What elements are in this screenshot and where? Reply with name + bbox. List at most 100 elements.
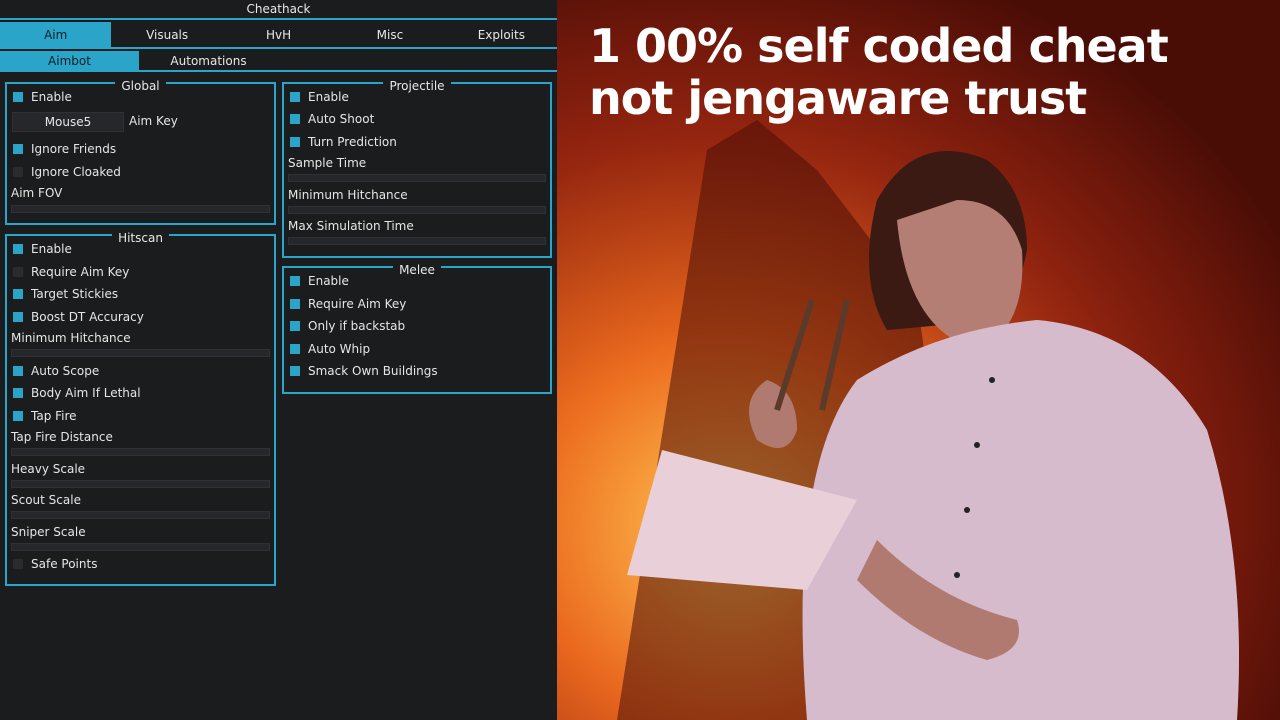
aim-fov-slider[interactable] [11,205,270,213]
heavy-scale-slider[interactable] [11,480,270,488]
checkbox-box[interactable] [13,144,23,154]
checkbox-label: Smack Own Buildings [308,364,438,378]
group-title-melee: Melee [393,263,441,277]
checkbox-box[interactable] [13,366,23,376]
checkbox-label: Enable [308,274,349,288]
group-projectile: Projectile Enable Auto Shoot Turn Predic… [282,79,552,258]
group-title-projectile: Projectile [383,79,451,93]
checkbox-box[interactable] [290,92,300,102]
main-tab-bar: Aim Visuals HvH Misc Exploits [0,22,557,49]
checkbox-box[interactable] [290,276,300,286]
scout-scale-slider[interactable] [11,511,270,519]
meme-caption: 1 00% self coded cheat not jengaware tru… [589,20,1269,124]
projectile-minimum-hitchance-label: Minimum Hitchance [288,188,408,202]
max-simulation-time-slider[interactable] [288,237,546,245]
checkbox-label: Boost DT Accuracy [31,310,144,324]
tab-exploits[interactable]: Exploits [446,22,557,47]
checkbox-box[interactable] [13,312,23,322]
checkbox-label: Safe Points [31,557,98,571]
checkbox-target-stickies[interactable]: Target Stickies [13,285,118,303]
checkbox-only-if-backstab[interactable]: Only if backstab [290,317,405,335]
tab-visuals[interactable]: Visuals [111,22,222,47]
checkbox-label: Auto Shoot [308,112,375,126]
group-global: Global Enable Mouse5 Aim Key Ignore Frie… [5,79,276,225]
checkbox-label: Target Stickies [31,287,119,301]
checkbox-ignore-friends[interactable]: Ignore Friends [13,140,116,158]
checkbox-smack-own-buildings[interactable]: Smack Own Buildings [290,362,438,380]
group-title-hitscan: Hitscan [112,231,169,245]
tab-misc[interactable]: Misc [334,22,445,47]
sub-tab-bar: Aimbot Automations [0,51,557,72]
checkbox-hitscan-enable[interactable]: Enable [13,240,72,258]
checkbox-tap-fire[interactable]: Tap Fire [13,407,77,425]
checkbox-box[interactable] [13,92,23,102]
checkbox-label: Only if backstab [308,319,406,333]
checkbox-box[interactable] [13,267,23,277]
checkbox-label: Ignore Friends [31,142,117,156]
caption-line-2: not jengaware trust [589,71,1087,125]
checkbox-label: Auto Whip [308,342,371,356]
checkbox-box[interactable] [13,244,23,254]
checkbox-box[interactable] [13,289,23,299]
checkbox-box[interactable] [290,137,300,147]
tap-fire-distance-label: Tap Fire Distance [11,430,113,444]
checkbox-label: Auto Scope [31,364,100,378]
checkbox-label: Require Aim Key [31,265,130,279]
tap-fire-distance-slider[interactable] [11,448,270,456]
checkbox-box[interactable] [13,411,23,421]
sample-time-label: Sample Time [288,156,367,170]
window-title: Cheathack [0,0,557,20]
checkbox-box[interactable] [290,321,300,331]
projectile-minimum-hitchance-slider[interactable] [288,206,546,214]
checkbox-box[interactable] [13,388,23,398]
checkbox-box[interactable] [290,366,300,376]
sample-time-slider[interactable] [288,174,546,182]
checkbox-require-aim-key[interactable]: Require Aim Key [13,263,129,281]
tab-aim[interactable]: Aim [0,22,112,47]
group-hitscan: Hitscan Enable Require Aim Key Target St… [5,231,276,586]
checkbox-box[interactable] [290,344,300,354]
checkbox-label: Body Aim If Lethal [31,386,141,400]
tab-hvh[interactable]: HvH [223,22,334,47]
meme-image: 1 00% self coded cheat not jengaware tru… [557,0,1280,720]
checkbox-ignore-cloaked[interactable]: Ignore Cloaked [13,163,121,181]
sniper-scale-slider[interactable] [11,543,270,551]
subtab-aimbot[interactable]: Aimbot [0,51,139,70]
max-simulation-time-label: Max Simulation Time [288,219,414,233]
checkbox-projectile-enable[interactable]: Enable [290,88,349,106]
checkbox-auto-scope[interactable]: Auto Scope [13,362,99,380]
checkbox-label: Enable [308,90,349,104]
subtab-automations[interactable]: Automations [139,51,278,70]
checkbox-label: Require Aim Key [308,297,407,311]
aim-key-label: Aim Key [129,114,178,128]
checkbox-safe-points[interactable]: Safe Points [13,555,97,573]
sniper-scale-label: Sniper Scale [11,525,86,539]
cheat-menu: Cheathack Aim Visuals HvH Misc Exploits … [0,0,557,720]
checkbox-box[interactable] [13,167,23,177]
minimum-hitchance-label: Minimum Hitchance [11,331,131,345]
checkbox-box[interactable] [13,559,23,569]
aim-key-button[interactable]: Mouse5 [12,112,124,132]
minimum-hitchance-slider[interactable] [11,349,270,357]
aim-fov-label: Aim FOV [11,186,63,200]
checkbox-label: Enable [31,242,72,256]
checkbox-auto-whip[interactable]: Auto Whip [290,340,370,358]
group-melee: Melee Enable Require Aim Key Only if bac… [282,263,552,394]
checkbox-auto-shoot[interactable]: Auto Shoot [290,110,374,128]
checkbox-label: Enable [31,90,72,104]
scout-scale-label: Scout Scale [11,493,81,507]
checkbox-box[interactable] [290,114,300,124]
checkbox-box[interactable] [290,299,300,309]
group-title-global: Global [115,79,166,93]
checkbox-label: Ignore Cloaked [31,165,121,179]
caption-line-1: 1 00% self coded cheat [589,19,1169,73]
heavy-scale-label: Heavy Scale [11,462,86,476]
checkbox-boost-dt-accuracy[interactable]: Boost DT Accuracy [13,308,144,326]
checkbox-melee-require-aim-key[interactable]: Require Aim Key [290,295,406,313]
checkbox-label: Tap Fire [31,409,77,423]
checkbox-melee-enable[interactable]: Enable [290,272,349,290]
checkbox-turn-prediction[interactable]: Turn Prediction [290,133,397,151]
checkbox-body-aim-if-lethal[interactable]: Body Aim If Lethal [13,384,141,402]
checkbox-global-enable[interactable]: Enable [13,88,72,106]
checkbox-label: Turn Prediction [308,135,397,149]
